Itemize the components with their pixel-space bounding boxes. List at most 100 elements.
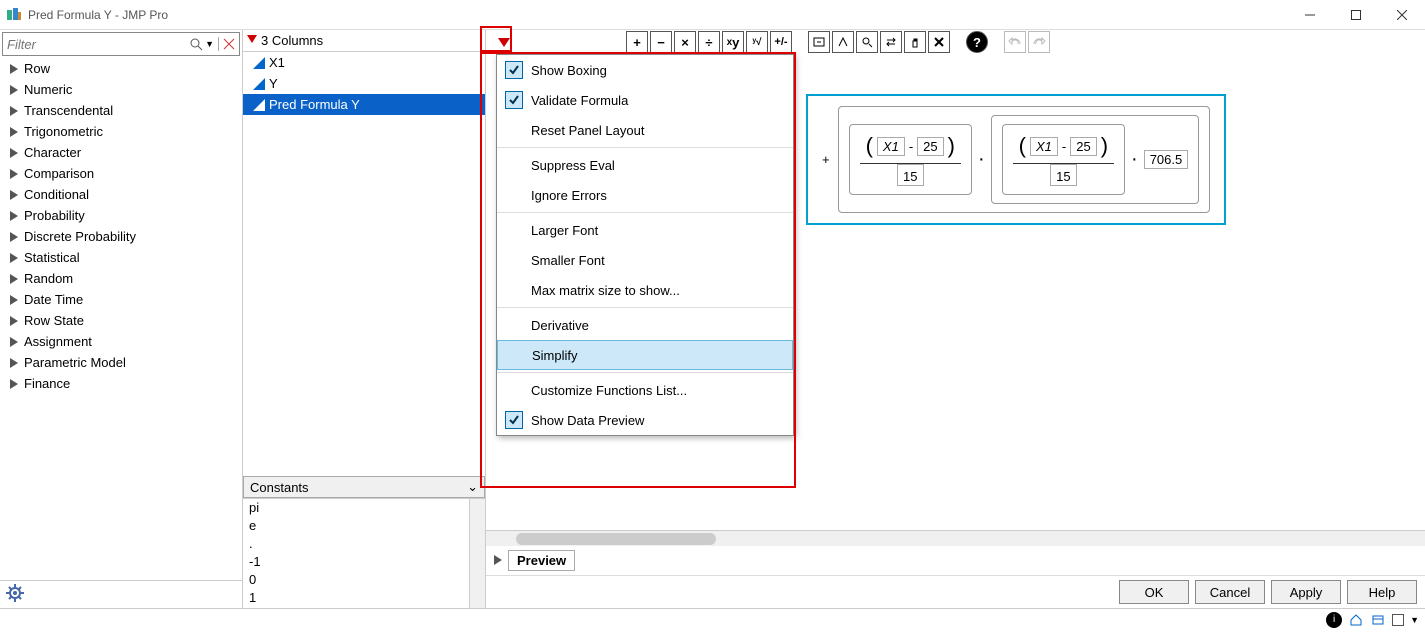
constant-item[interactable]: -1: [243, 553, 485, 571]
formula-var[interactable]: X1: [1030, 137, 1058, 156]
category-item[interactable]: Character: [0, 142, 242, 163]
menu-item-label: Reset Panel Layout: [531, 123, 644, 138]
minimize-button[interactable]: [1287, 0, 1333, 30]
gear-icon[interactable]: [6, 584, 24, 605]
formula-editor[interactable]: + ( X1 - 25 ) 15: [806, 94, 1226, 225]
apply-button[interactable]: Apply: [1271, 580, 1341, 604]
menu-item-label: Smaller Font: [531, 253, 605, 268]
clear-filter-icon[interactable]: [223, 38, 235, 50]
constant-item[interactable]: .: [243, 535, 485, 553]
menu-item[interactable]: Customize Functions List...: [497, 375, 793, 405]
constant-item[interactable]: 1: [243, 589, 485, 607]
function-category-panel: ▼ RowNumericTranscendentalTrigonometricC…: [0, 30, 243, 608]
formula-var[interactable]: X1: [877, 137, 905, 156]
menu-item[interactable]: Smaller Font: [497, 245, 793, 275]
menu-item[interactable]: Reset Panel Layout: [497, 115, 793, 145]
column-item[interactable]: Y: [243, 73, 485, 94]
horizontal-scrollbar[interactable]: [486, 530, 1425, 546]
menu-item[interactable]: Validate Formula: [497, 85, 793, 115]
category-item[interactable]: Conditional: [0, 184, 242, 205]
menu-item-label: Simplify: [532, 348, 578, 363]
menu-item[interactable]: Ignore Errors: [497, 180, 793, 210]
switch-button[interactable]: [880, 31, 902, 53]
constants-label: Constants: [250, 480, 309, 495]
undo-button[interactable]: [1004, 31, 1026, 53]
preview-disclosure-icon[interactable]: [494, 553, 504, 568]
column-item[interactable]: X1: [243, 52, 485, 73]
window-title: Pred Formula Y - JMP Pro: [28, 8, 1287, 22]
add-button[interactable]: +: [626, 31, 648, 53]
multiply-button[interactable]: ×: [674, 31, 696, 53]
menu-item-label: Max matrix size to show...: [531, 283, 680, 298]
menu-item[interactable]: Derivative: [497, 310, 793, 340]
columns-disclosure-icon[interactable]: [247, 33, 257, 48]
category-item[interactable]: Comparison: [0, 163, 242, 184]
menu-item-label: Suppress Eval: [531, 158, 615, 173]
help-button[interactable]: Help: [1347, 580, 1417, 604]
cancel-button[interactable]: Cancel: [1195, 580, 1265, 604]
redo-button[interactable]: [1028, 31, 1050, 53]
app-icon: [6, 7, 22, 23]
search-icon[interactable]: [189, 37, 203, 51]
constants-dropdown[interactable]: Constants ⌄: [243, 476, 485, 498]
category-item[interactable]: Date Time: [0, 289, 242, 310]
formula-const[interactable]: 706.5: [1144, 150, 1189, 169]
search-dropdown-icon[interactable]: ▼: [205, 39, 214, 49]
menu-item-label: Ignore Errors: [531, 188, 607, 203]
menu-item[interactable]: Max matrix size to show...: [497, 275, 793, 305]
category-item[interactable]: Numeric: [0, 79, 242, 100]
ok-button[interactable]: OK: [1119, 580, 1189, 604]
menu-item-label: Show Data Preview: [531, 413, 644, 428]
menu-item-label: Larger Font: [531, 223, 598, 238]
status-square[interactable]: [1392, 614, 1404, 626]
close-button[interactable]: [1379, 0, 1425, 30]
info-icon[interactable]: i: [1326, 612, 1342, 628]
menu-item[interactable]: Simplify: [497, 340, 793, 370]
category-item[interactable]: Finance: [0, 373, 242, 394]
divide-button[interactable]: ÷: [698, 31, 720, 53]
panel-options-menu: Show BoxingValidate Formula Reset Panel L…: [496, 54, 794, 436]
status-menu-icon[interactable]: ▼: [1410, 615, 1419, 625]
category-item[interactable]: Row State: [0, 310, 242, 331]
filter-input[interactable]: [7, 37, 189, 52]
category-item[interactable]: Probability: [0, 205, 242, 226]
category-item[interactable]: Trigonometric: [0, 121, 242, 142]
formula-toolbar: + − × ÷ xy ʸ√ +/- ?: [486, 30, 1425, 54]
panel-menu-icon[interactable]: [498, 36, 510, 51]
formula-const[interactable]: 15: [1050, 164, 1076, 186]
peel-button[interactable]: [832, 31, 854, 53]
category-item[interactable]: Row: [0, 58, 242, 79]
constant-item[interactable]: e: [243, 517, 485, 535]
menu-item[interactable]: Show Data Preview: [497, 405, 793, 435]
subtract-button[interactable]: −: [650, 31, 672, 53]
constant-item[interactable]: pi: [243, 499, 485, 517]
category-item[interactable]: Parametric Model: [0, 352, 242, 373]
menu-item[interactable]: Larger Font: [497, 215, 793, 245]
menu-item[interactable]: Suppress Eval: [497, 150, 793, 180]
constants-scrollbar[interactable]: [469, 499, 485, 608]
root-button[interactable]: ʸ√: [746, 31, 768, 53]
power-button[interactable]: xy: [722, 31, 744, 53]
window-list-icon[interactable]: [1370, 612, 1386, 628]
menu-item[interactable]: Show Boxing: [497, 55, 793, 85]
delete-button[interactable]: [928, 31, 950, 53]
constant-item[interactable]: 0: [243, 571, 485, 589]
category-item[interactable]: Statistical: [0, 247, 242, 268]
maximize-button[interactable]: [1333, 0, 1379, 30]
hand-button[interactable]: [904, 31, 926, 53]
preview-label[interactable]: Preview: [508, 550, 575, 571]
category-item[interactable]: Transcendental: [0, 100, 242, 121]
negate-button[interactable]: +/-: [770, 31, 792, 53]
formula-const[interactable]: 25: [1070, 137, 1096, 156]
home-icon[interactable]: [1348, 612, 1364, 628]
category-item[interactable]: Discrete Probability: [0, 226, 242, 247]
category-item[interactable]: Assignment: [0, 331, 242, 352]
box-button[interactable]: [808, 31, 830, 53]
magnify-button[interactable]: [856, 31, 878, 53]
help-button[interactable]: ?: [966, 31, 988, 53]
column-item[interactable]: Pred Formula Y: [243, 94, 485, 115]
status-bar: i ▼: [0, 608, 1425, 630]
formula-const[interactable]: 25: [917, 137, 943, 156]
formula-const[interactable]: 15: [897, 164, 923, 186]
category-item[interactable]: Random: [0, 268, 242, 289]
